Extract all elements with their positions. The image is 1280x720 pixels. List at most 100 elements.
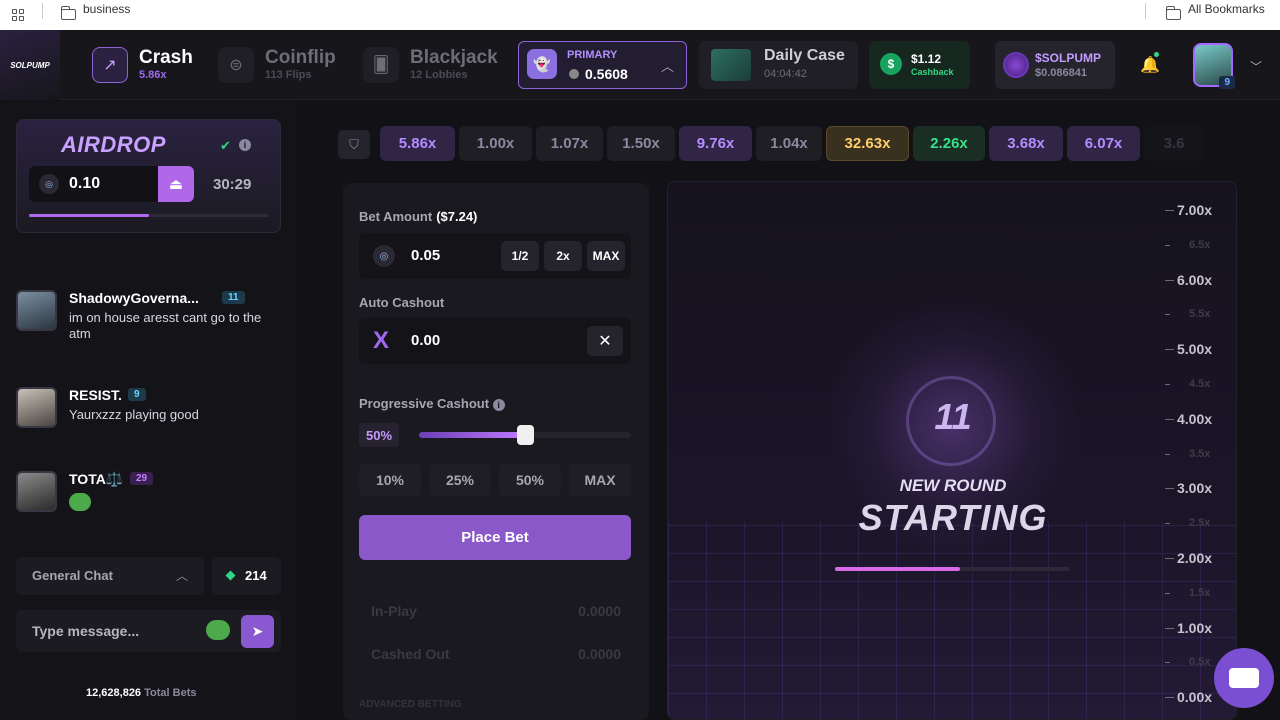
progressive-cashout-label: Progressive Cashout i (359, 396, 505, 411)
avatar[interactable] (16, 290, 57, 331)
progressive-slider[interactable] (419, 425, 631, 445)
avatar[interactable] (16, 471, 57, 512)
online-count: 214 (212, 557, 281, 595)
nav-game-blackjack[interactable]: 🂠 Blackjack 12 Lobbies (363, 43, 508, 87)
solpump-token-button[interactable]: $SOLPUMP $0.086841 (995, 41, 1115, 89)
quick-25-button[interactable]: 25% (429, 464, 491, 496)
quick-max-button[interactable]: MAX (569, 464, 631, 496)
double-button[interactable]: 2x (544, 241, 582, 271)
multiplier-chip[interactable]: 32.63x (826, 126, 909, 161)
chevron-up-icon: ︿ (660, 59, 674, 74)
logo[interactable]: SOLPUMP (0, 30, 60, 100)
chat-text: Yaurxzzz playing good (69, 407, 199, 422)
airdrop-title: AIRDROP (61, 132, 166, 157)
airdrop-timer: 30:29 (213, 176, 252, 193)
slider-fill (419, 432, 525, 438)
chevron-up-icon: ︿ (175, 569, 188, 583)
apps-grid-icon[interactable] (12, 9, 24, 21)
coin-icon: ⊜ (218, 47, 254, 83)
multiplier-chip[interactable]: 3.6 (1144, 126, 1204, 161)
frog-emote-icon (69, 493, 91, 511)
chat-text: im on house aresst cant go to the atm (69, 310, 262, 341)
bell-icon[interactable]: 🔔 (1140, 52, 1160, 75)
dollar-icon: $ (880, 53, 902, 75)
gift-icon: ⏏ (168, 176, 184, 193)
emoji-icon[interactable] (206, 620, 230, 640)
bookmark-business[interactable]: business (83, 2, 130, 16)
bet-amount-title: Bet Amount (359, 209, 433, 224)
info-icon[interactable]: i (239, 139, 251, 151)
axis-tick (1165, 244, 1170, 246)
multiplier-axis: 7.00x 6.5x 6.00x 5.5x 5.00x 4.5x 4.00x 3.5x 3.00… (1165, 182, 1235, 719)
chat-room-selector[interactable]: General Chat ︿ (16, 557, 204, 595)
axis-label: 2.5x (1189, 517, 1211, 530)
bet-amount-value[interactable]: 0.05 (411, 247, 440, 264)
game-name: Coinflip (265, 47, 336, 68)
support-chat-button[interactable] (1214, 648, 1274, 708)
check-icon: ✔ (220, 138, 231, 153)
cashback-button[interactable]: $ $1.12 Cashback (869, 41, 970, 89)
multiplier-chip[interactable]: 1.50x (607, 126, 675, 161)
in-play-value: 0.0000 (578, 603, 621, 619)
multiplier-chip[interactable]: 1.00x (459, 126, 532, 161)
axis-label: 3.5x (1189, 447, 1211, 460)
round-line2: STARTING (858, 497, 1048, 538)
chat-message: ShadowyGoverna... 11 im on house aresst … (16, 290, 281, 350)
level-badge: 9 (128, 388, 146, 401)
cashed-out-value: 0.0000 (578, 646, 621, 662)
chat-username[interactable]: RESIST. (69, 387, 122, 403)
auto-cashout-value[interactable]: 0.00 (411, 332, 440, 349)
axis-label: 4.5x (1189, 378, 1211, 390)
axis-tick (1165, 662, 1170, 664)
axis-tick (1165, 453, 1170, 455)
advanced-betting-label[interactable]: ADVANCED BETTING (359, 699, 462, 710)
chat-username[interactable]: ShadowyGoverna... (69, 290, 199, 306)
nav-game-coinflip[interactable]: ⊜ Coinflip 113 Flips (218, 43, 348, 87)
wallet-selector[interactable]: 👻 PRIMARY 0.5608 ︿ (518, 41, 687, 89)
folder-icon (1166, 6, 1181, 20)
axis-tick (1165, 384, 1170, 385)
chevron-down-icon[interactable]: ﹀ (1250, 58, 1262, 75)
daily-case-button[interactable]: Daily Case 04:04:42 (699, 41, 858, 89)
bet-amount-field[interactable]: ◎ 0.05 1/2 2x MAX (359, 233, 631, 279)
axis-label: 5.00x (1177, 341, 1213, 358)
user-avatar[interactable]: 9 (1193, 43, 1235, 89)
bookmarks-bar: business All Bookmarks (0, 0, 1280, 30)
info-icon[interactable]: i (492, 399, 505, 411)
max-button[interactable]: MAX (587, 241, 625, 271)
multiplier-chip[interactable]: 1.04x (756, 126, 822, 161)
slider-handle[interactable] (517, 425, 534, 445)
axis-tick (1165, 488, 1174, 490)
clear-button[interactable]: ✕ (587, 326, 623, 356)
half-button[interactable]: 1/2 (501, 241, 539, 271)
place-bet-button[interactable]: Place Bet (359, 515, 631, 560)
crash-game-canvas: 11 NEW ROUND STARTING 7.00x 6.5x 6.00x 5.5x… (667, 181, 1237, 720)
chat-input[interactable]: Type message... ➤ (16, 610, 281, 652)
quick-10-button[interactable]: 10% (359, 464, 421, 496)
countdown-number: 11 (934, 396, 972, 437)
chat-bubble-icon (1229, 668, 1259, 688)
sol-icon: ◎ (39, 174, 59, 194)
send-button[interactable]: ➤ (241, 615, 274, 648)
quick-50-button[interactable]: 50% (499, 464, 561, 496)
auto-cashout-field[interactable]: X 0.00 ✕ (359, 318, 631, 364)
bet-amount-label: Bet Amount ($7.24) (359, 209, 477, 224)
all-bookmarks[interactable]: All Bookmarks (1188, 2, 1265, 16)
online-value: 214 (245, 568, 267, 583)
axis-tick (1165, 558, 1174, 559)
multiplier-chip[interactable]: 5.86x (380, 126, 455, 161)
multiplier-chip[interactable]: 2.26x (913, 126, 985, 161)
chat-username[interactable]: TOTA⚖️ (69, 471, 123, 488)
airdrop-amount-box: ◎ 0.10 ⏏ (29, 166, 194, 202)
nav-game-crash[interactable]: ↗ Crash 5.86x (92, 43, 202, 87)
multiplier-chip[interactable]: 3.68x (989, 126, 1063, 161)
multiplier-chip[interactable]: 1.07x (536, 126, 603, 161)
airdrop-claim-button[interactable]: ⏏ (158, 166, 194, 202)
multiplier-chip[interactable]: 9.76x (679, 126, 752, 161)
progressive-cashout-title: Progressive Cashout (359, 396, 490, 411)
multiplier-chip[interactable]: 6.07x (1067, 126, 1140, 161)
progressive-value: 50% (359, 423, 399, 447)
shield-icon[interactable]: ⛉ (338, 130, 370, 159)
avatar[interactable] (16, 387, 57, 428)
cashed-out-row: Cashed Out 0.0000 (359, 636, 631, 672)
